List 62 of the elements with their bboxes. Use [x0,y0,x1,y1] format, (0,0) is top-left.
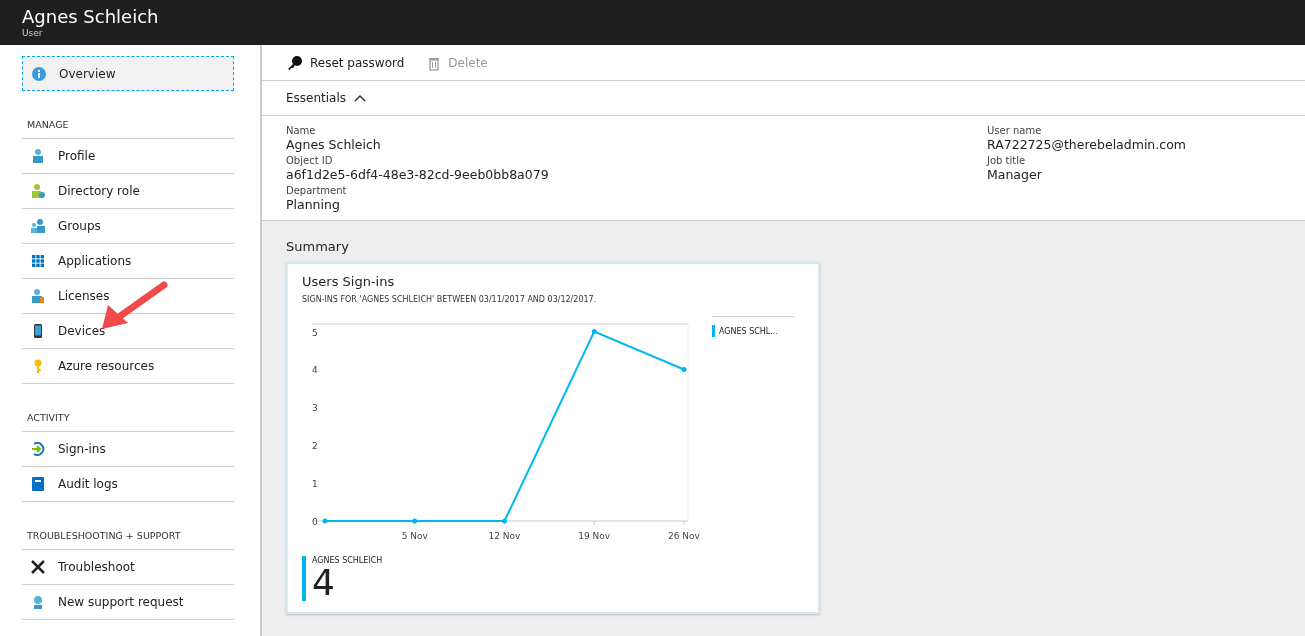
page-subtitle: User [22,28,43,38]
field-value: RA722725@therebeladmin.com [987,137,1186,152]
person-icon [30,183,46,199]
sidebar-item[interactable]: New support request [22,585,234,620]
total-label: AGNES SCHLEICH [312,556,383,565]
field-value: Manager [987,167,1043,182]
data-point [502,518,507,524]
essentials-toggle[interactable]: Essentials [262,81,1305,116]
x-tick-label: 19 Nov [578,531,611,541]
y-tick-label: 3 [312,403,318,414]
total-value: 4 [312,565,335,601]
total-bar [302,556,306,601]
info-icon [31,65,47,82]
section-title: Summary [286,239,349,254]
field-value: Agnes Schleich [286,137,382,152]
sidebar-item[interactable]: Troubleshoot [22,550,234,585]
sidebar-item[interactable]: Profile [22,139,234,174]
y-tick-label: 0 [312,517,318,527]
tile-title: Users Sign-ins [302,274,395,289]
legend-swatch [712,325,715,337]
page-title: Agnes Schleich [22,6,159,28]
data-point [412,518,418,524]
y-tick-label: 5 [312,327,318,338]
y-tick-label: 1 [312,479,318,490]
toolbar-button[interactable]: Reset password [286,54,405,71]
field-label: User name [987,125,1043,136]
tile-subtitle: SIGN-INS FOR 'AGNES SCHLEICH' BETWEEN 03/11/2017 AND 03/12/2017. [302,295,597,304]
x-tick-label: 26 Nov [668,531,700,541]
field-label: Department [286,185,348,196]
sidebar-item[interactable]: Directory role [22,174,234,209]
sidebar-item[interactable]: Azure resources [22,349,234,384]
section-heading: ACTIVITY [27,412,70,423]
sign-in-icon [30,441,46,457]
chart-tile[interactable]: Users Sign-ins SIGN-INS FOR 'AGNES SCHLEICH' BETWEEN 03/11/2017 AND 03/12/2017. 0 1 2 3 4 5 5 Nov 12 Nov 19 Nov 26 Nov AGNES SCHL... AGNES SCHLEICH 4 [286,262,820,614]
chevron-icon [354,94,367,102]
sidebar-item[interactable]: Audit logs [22,467,234,502]
field-label: Job title [987,155,1027,166]
sidebar-item[interactable]: Groups [22,209,234,244]
data-point [681,366,687,372]
field-label: Name [286,125,317,136]
key-icon [286,54,304,71]
sidebar-item[interactable]: Sign-ins [22,432,234,467]
section-heading: TROUBLESHOOTING + SUPPORT [27,530,181,541]
field-value: Planning [286,197,341,212]
tools-icon [30,559,46,575]
y-tick-label: 2 [312,441,318,452]
data-point [591,329,597,335]
legend-label: AGNES SCHL... [719,326,778,336]
sidebar-item[interactable]: Overview [22,56,234,91]
y-tick-label: 4 [312,365,318,376]
data-point [322,518,328,524]
sidebar-item[interactable]: Applications [22,244,234,279]
field-label: Object ID [286,155,334,166]
person-icon [30,288,46,304]
grid-icon [30,253,46,269]
x-tick-label: 12 Nov [488,531,521,541]
group-icon [30,218,46,234]
book-icon [30,476,46,492]
person-icon [30,148,46,164]
section-heading: MANAGE [27,119,69,130]
field-value: a6f1d2e5-6df4-48e3-82cd-9eeb0bb8a079 [286,167,550,182]
x-tick-label: 5 Nov [401,531,428,541]
